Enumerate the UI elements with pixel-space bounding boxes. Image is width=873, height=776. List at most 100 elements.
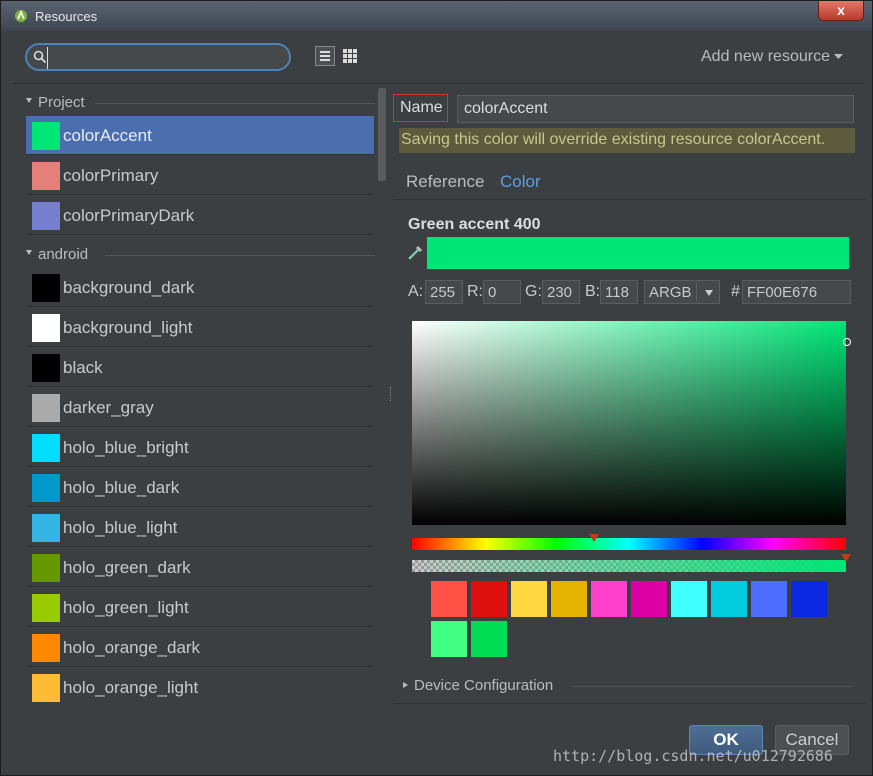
hex-input[interactable]: FF00E676 xyxy=(742,280,851,304)
list-item-label: holo_green_light xyxy=(63,598,189,617)
color-picker-marker[interactable] xyxy=(843,338,851,346)
close-button[interactable]: x xyxy=(818,1,864,21)
list-item[interactable]: holo_green_light xyxy=(26,588,374,627)
color-swatch xyxy=(32,122,60,150)
android-studio-icon xyxy=(15,9,27,22)
chevron-down-icon xyxy=(705,290,713,296)
add-new-resource-dropdown[interactable]: Add new resource xyxy=(701,48,844,66)
color-swatch xyxy=(32,394,60,422)
list-view-icon xyxy=(320,51,330,61)
red-label: R: xyxy=(467,283,483,300)
add-new-resource-label: Add new resource xyxy=(701,48,830,65)
preset-swatch[interactable] xyxy=(751,581,787,617)
list-item[interactable]: holo_orange_light xyxy=(26,668,374,704)
resource-name-input[interactable]: colorAccent xyxy=(457,95,854,123)
color-swatch xyxy=(32,202,60,230)
hex-prefix: # xyxy=(731,283,740,300)
group-label: Project xyxy=(38,94,85,111)
list-item[interactable]: holo_blue_bright xyxy=(26,428,374,467)
chevron-down-icon xyxy=(834,54,844,59)
alpha-slider-thumb[interactable] xyxy=(841,554,851,562)
toolbar-divider xyxy=(13,83,865,84)
window-title: Resources xyxy=(35,9,98,24)
list-item-label: black xyxy=(63,358,103,377)
name-label: Name xyxy=(393,94,448,122)
resource-list[interactable]: Project colorAccent colorPrimary colorPr… xyxy=(25,88,375,704)
preset-swatch[interactable] xyxy=(791,581,827,617)
preset-swatch[interactable] xyxy=(631,581,667,617)
green-label: G: xyxy=(525,283,542,300)
grid-view-button[interactable] xyxy=(340,46,360,66)
expand-triangle-icon xyxy=(26,98,32,103)
preset-swatch[interactable] xyxy=(711,581,747,617)
blue-label: B: xyxy=(585,283,601,300)
panel-splitter[interactable] xyxy=(390,387,393,401)
device-configuration-label: Device Configuration xyxy=(414,677,554,694)
color-swatch xyxy=(32,634,60,662)
list-item[interactable]: holo_blue_light xyxy=(26,508,374,547)
watermark: http://blog.csdn.net/u012792686 xyxy=(553,747,833,765)
list-item[interactable]: colorPrimary xyxy=(26,156,374,195)
group-label: android xyxy=(38,246,89,263)
red-input[interactable]: 0 xyxy=(483,280,521,304)
preset-swatch[interactable] xyxy=(511,581,547,617)
preset-swatch[interactable] xyxy=(591,581,627,617)
color-swatch xyxy=(32,354,60,382)
color-swatch xyxy=(32,674,60,702)
green-input[interactable]: 230 xyxy=(542,280,580,304)
blue-input[interactable]: 118 xyxy=(600,280,638,304)
search-input[interactable] xyxy=(47,47,288,69)
hue-slider-thumb[interactable] xyxy=(589,534,600,542)
list-item-label: holo_orange_dark xyxy=(63,638,201,657)
list-item[interactable]: colorPrimaryDark xyxy=(26,196,374,235)
preset-swatch[interactable] xyxy=(671,581,707,617)
list-scrollbar[interactable] xyxy=(378,88,386,181)
list-item[interactable]: colorAccent xyxy=(26,116,374,155)
list-item[interactable]: black xyxy=(26,348,374,387)
preset-swatch[interactable] xyxy=(551,581,587,617)
list-item[interactable]: background_light xyxy=(26,308,374,347)
color-swatch xyxy=(32,594,60,622)
preset-swatch[interactable] xyxy=(431,621,467,657)
list-item-label: holo_green_dark xyxy=(63,558,191,577)
color-swatch xyxy=(32,162,60,190)
list-item[interactable]: darker_gray xyxy=(26,388,374,427)
search-box[interactable] xyxy=(25,43,291,71)
color-swatch xyxy=(32,554,60,582)
color-preview xyxy=(427,237,849,269)
bottom-divider xyxy=(393,703,865,704)
alpha-label: A: xyxy=(408,283,424,300)
tab-divider xyxy=(393,199,865,200)
list-item-label: colorPrimaryDark xyxy=(63,206,195,225)
alpha-slider[interactable] xyxy=(412,560,846,572)
saturation-brightness-picker[interactable] xyxy=(412,321,846,525)
list-item[interactable]: holo_blue_dark xyxy=(26,468,374,507)
list-item-label: background_dark xyxy=(63,278,195,297)
list-item-label: colorPrimary xyxy=(63,166,159,185)
list-item[interactable]: background_dark xyxy=(26,268,374,307)
alpha-input[interactable]: 255 xyxy=(425,280,463,304)
group-header-android[interactable]: android xyxy=(25,242,375,266)
list-item-label: holo_blue_light xyxy=(63,518,178,537)
list-item[interactable]: holo_orange_dark xyxy=(26,628,374,667)
preset-swatch[interactable] xyxy=(471,621,507,657)
resources-dialog: Resources x Add new resource Project col… xyxy=(0,0,873,776)
preset-swatch[interactable] xyxy=(471,581,507,617)
dropdown-separator xyxy=(696,283,697,301)
list-view-button[interactable] xyxy=(315,46,335,66)
color-swatch xyxy=(32,274,60,302)
hue-slider[interactable] xyxy=(412,538,846,550)
list-item[interactable]: holo_green_dark xyxy=(26,548,374,587)
group-rule xyxy=(105,255,375,256)
color-format-dropdown[interactable]: ARGB xyxy=(644,280,720,304)
expand-triangle-icon xyxy=(26,250,32,255)
color-swatch xyxy=(32,474,60,502)
group-header-project[interactable]: Project xyxy=(25,90,375,114)
tab-color[interactable]: Color xyxy=(500,172,541,192)
tab-reference[interactable]: Reference xyxy=(406,172,484,192)
eyedropper-icon[interactable] xyxy=(407,243,425,261)
section-rule xyxy=(573,686,853,687)
preset-swatch[interactable] xyxy=(431,581,467,617)
color-swatch xyxy=(32,314,60,342)
title-bar[interactable]: Resources x xyxy=(1,1,872,31)
